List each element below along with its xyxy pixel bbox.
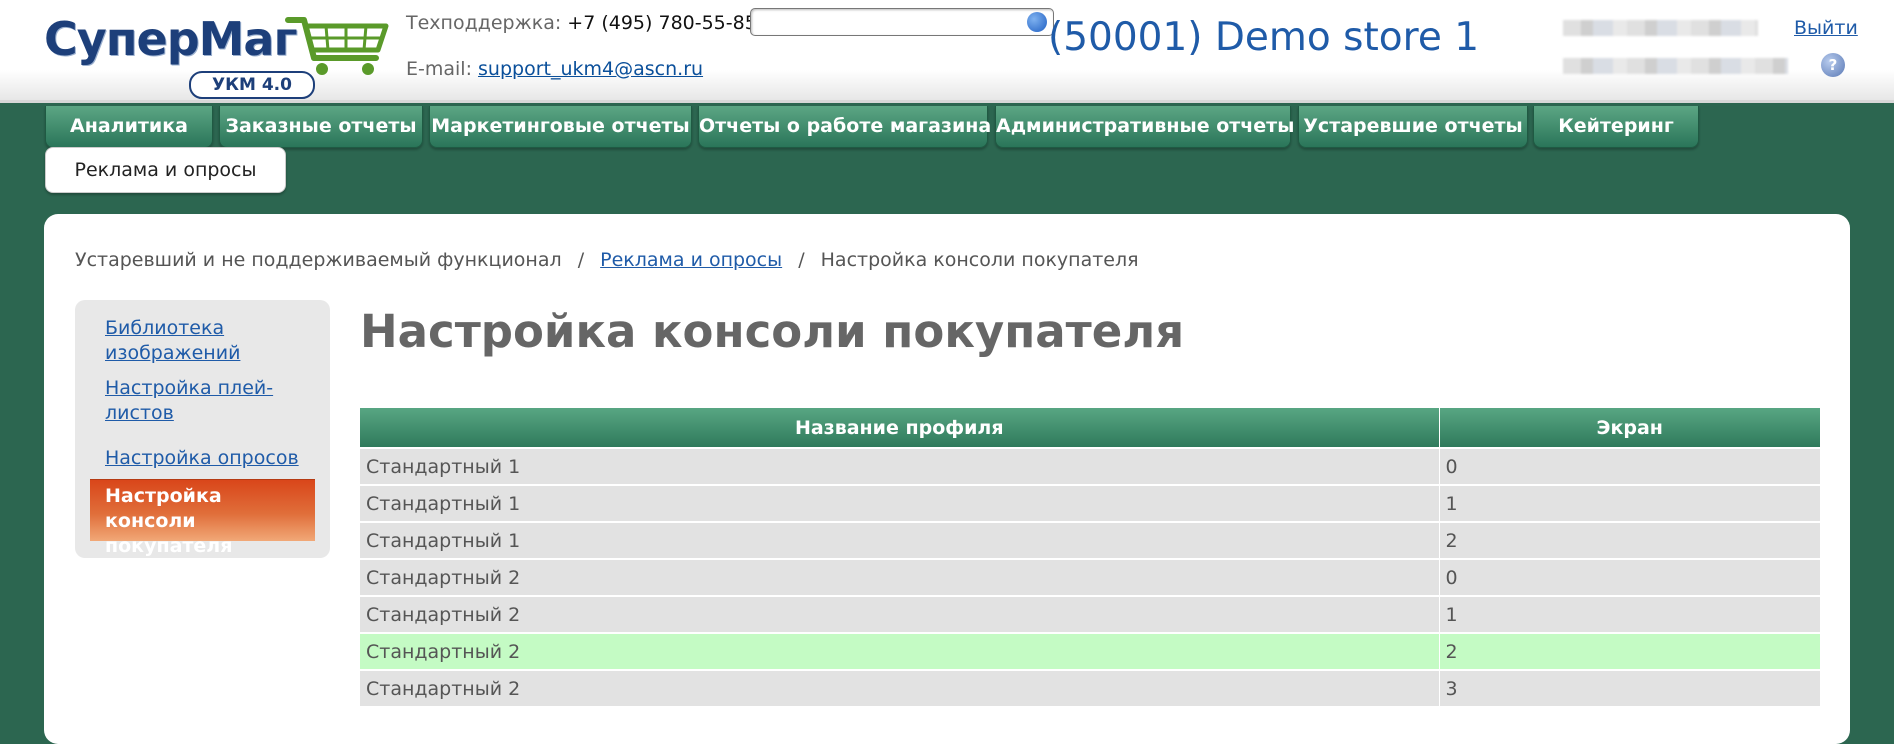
cell-screen: 0 — [1439, 558, 1820, 596]
header: СуперМаг УКМ 4.0 Техподдержка: +7 (495) … — [0, 0, 1894, 103]
cell-screen: 0 — [1439, 447, 1820, 485]
breadcrumb-root: Устаревший и не поддерживаемый функциона… — [75, 249, 562, 271]
column-header-screen[interactable]: Экран — [1439, 408, 1820, 448]
help-icon[interactable]: ? — [1821, 53, 1845, 77]
cell-profile-name: Стандартный 1 — [360, 484, 1440, 522]
tab-legacy-reports[interactable]: Устаревшие отчеты — [1298, 106, 1528, 148]
cell-screen: 2 — [1439, 632, 1820, 670]
email-label: E-mail: — [406, 58, 472, 80]
search-input[interactable] — [750, 8, 1054, 36]
table-row[interactable]: Стандартный 1 1 — [360, 484, 1820, 522]
cell-profile-name: Стандартный 2 — [360, 558, 1440, 596]
table-row[interactable]: Стандартный 1 0 — [360, 447, 1820, 485]
cell-screen: 2 — [1439, 521, 1820, 559]
cell-profile-name: Стандартный 1 — [360, 447, 1440, 485]
column-header-profile-name[interactable]: Название профиля — [360, 408, 1440, 448]
sidebar-item-image-library[interactable]: Библиотека изображений — [105, 316, 285, 366]
store-title: (50001) Demo store 1 — [1048, 15, 1480, 60]
breadcrumb-section-link[interactable]: Реклама и опросы — [600, 249, 782, 271]
tab-catering[interactable]: Кейтеринг — [1533, 106, 1699, 148]
email-link[interactable]: support_ukm4@ascn.ru — [478, 58, 703, 80]
cell-profile-name: Стандартный 2 — [360, 669, 1440, 706]
sidebar-item-surveys[interactable]: Настройка опросов — [105, 446, 315, 471]
breadcrumb-current: Настройка консоли покупателя — [820, 249, 1139, 271]
tab-admin-reports[interactable]: Административные отчеты — [995, 106, 1294, 148]
breadcrumb-separator: / — [577, 249, 585, 271]
sidebar-item-customer-console[interactable]: Настройка консоли покупателя — [90, 479, 315, 557]
tab-ads-and-surveys[interactable]: Реклама и опросы — [45, 147, 286, 193]
table-row[interactable]: Стандартный 2 0 — [360, 558, 1820, 596]
cell-profile-name: Стандартный 2 — [360, 632, 1440, 670]
version-badge: УКМ 4.0 — [189, 71, 315, 99]
table-row[interactable]: Стандартный 2 1 — [360, 595, 1820, 633]
page-title: Настройка консоли покупателя — [360, 305, 1185, 358]
tab-store-reports[interactable]: Отчеты о работе магазина — [698, 106, 991, 148]
logo-text: СуперМаг — [44, 12, 298, 66]
table-row[interactable]: Стандартный 1 2 — [360, 521, 1820, 559]
table-header-row: Название профиля Экран — [360, 408, 1820, 448]
logout-link[interactable]: Выйти — [1794, 17, 1858, 39]
logo[interactable]: СуперМаг УКМ 4.0 — [44, 10, 389, 99]
search-icon[interactable] — [1027, 12, 1047, 32]
table-row-selected[interactable]: Стандартный 2 2 — [360, 632, 1820, 670]
tab-marketing-reports[interactable]: Маркетинговые отчеты — [429, 106, 692, 148]
profiles-table: Название профиля Экран Стандартный 1 0 С… — [360, 408, 1820, 706]
cell-screen: 1 — [1439, 595, 1820, 633]
cell-profile-name: Стандартный 1 — [360, 521, 1440, 559]
table-row[interactable]: Стандартный 2 3 — [360, 669, 1820, 706]
cell-screen: 1 — [1439, 484, 1820, 522]
tab-analytics[interactable]: Аналитика — [45, 106, 213, 148]
cell-screen: 3 — [1439, 669, 1820, 706]
sidebar-item-playlists[interactable]: Настройка плей-листов — [105, 376, 295, 426]
support-phone: +7 (495) 780-55-85 — [567, 12, 757, 34]
tab-custom-reports[interactable]: Заказные отчеты — [219, 106, 423, 148]
cell-profile-name: Стандартный 2 — [360, 595, 1440, 633]
breadcrumb-separator: / — [798, 249, 805, 271]
support-label: Техподдержка: — [406, 12, 562, 34]
breadcrumb: Устаревший и не поддерживаемый функциона… — [75, 249, 1139, 271]
email-info: E-mail: support_ukm4@ascn.ru — [406, 58, 703, 80]
shopping-cart-icon — [285, 17, 389, 75]
support-info: Техподдержка: +7 (495) 780-55-85 — [406, 12, 757, 34]
